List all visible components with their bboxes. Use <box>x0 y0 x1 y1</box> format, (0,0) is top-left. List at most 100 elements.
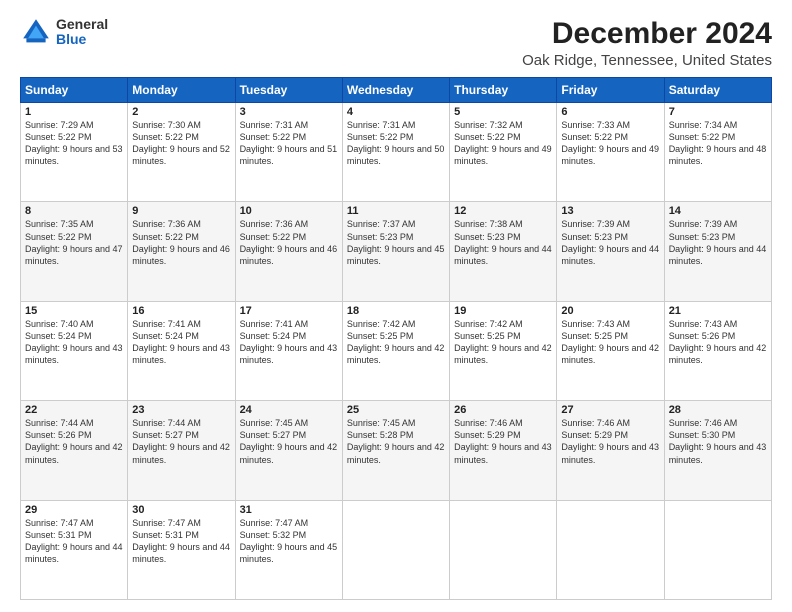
day-cell: 23 Sunrise: 7:44 AM Sunset: 5:27 PM Dayl… <box>128 401 235 500</box>
day-info: Sunrise: 7:46 AM Sunset: 5:30 PM Dayligh… <box>669 417 767 466</box>
day-header-wednesday: Wednesday <box>342 78 449 103</box>
day-number: 29 <box>25 504 123 516</box>
day-cell: 27 Sunrise: 7:46 AM Sunset: 5:29 PM Dayl… <box>557 401 664 500</box>
day-info: Sunrise: 7:29 AM Sunset: 5:22 PM Dayligh… <box>25 119 123 168</box>
logo-blue: Blue <box>56 32 108 47</box>
calendar-table: SundayMondayTuesdayWednesdayThursdayFrid… <box>20 77 772 600</box>
day-number: 18 <box>347 305 445 317</box>
day-info: Sunrise: 7:36 AM Sunset: 5:22 PM Dayligh… <box>240 218 338 267</box>
day-cell: 6 Sunrise: 7:33 AM Sunset: 5:22 PM Dayli… <box>557 103 664 202</box>
page: General Blue December 2024 Oak Ridge, Te… <box>0 0 792 612</box>
day-number: 24 <box>240 404 338 416</box>
title-block: December 2024 Oak Ridge, Tennessee, Unit… <box>522 16 772 69</box>
subtitle: Oak Ridge, Tennessee, United States <box>522 52 772 69</box>
day-number: 20 <box>561 305 659 317</box>
day-info: Sunrise: 7:36 AM Sunset: 5:22 PM Dayligh… <box>132 218 230 267</box>
day-number: 9 <box>132 205 230 217</box>
day-number: 16 <box>132 305 230 317</box>
day-cell: 7 Sunrise: 7:34 AM Sunset: 5:22 PM Dayli… <box>664 103 771 202</box>
day-cell: 18 Sunrise: 7:42 AM Sunset: 5:25 PM Dayl… <box>342 301 449 400</box>
day-info: Sunrise: 7:31 AM Sunset: 5:22 PM Dayligh… <box>347 119 445 168</box>
day-number: 22 <box>25 404 123 416</box>
day-number: 21 <box>669 305 767 317</box>
day-cell: 28 Sunrise: 7:46 AM Sunset: 5:30 PM Dayl… <box>664 401 771 500</box>
day-header-saturday: Saturday <box>664 78 771 103</box>
day-number: 25 <box>347 404 445 416</box>
week-row-5: 29 Sunrise: 7:47 AM Sunset: 5:31 PM Dayl… <box>21 500 772 599</box>
day-info: Sunrise: 7:32 AM Sunset: 5:22 PM Dayligh… <box>454 119 552 168</box>
logo-general: General <box>56 17 108 32</box>
day-number: 31 <box>240 504 338 516</box>
day-cell: 26 Sunrise: 7:46 AM Sunset: 5:29 PM Dayl… <box>450 401 557 500</box>
day-number: 13 <box>561 205 659 217</box>
day-info: Sunrise: 7:46 AM Sunset: 5:29 PM Dayligh… <box>561 417 659 466</box>
day-cell <box>664 500 771 599</box>
day-info: Sunrise: 7:43 AM Sunset: 5:25 PM Dayligh… <box>561 318 659 367</box>
header: General Blue December 2024 Oak Ridge, Te… <box>20 16 772 69</box>
day-number: 19 <box>454 305 552 317</box>
day-info: Sunrise: 7:45 AM Sunset: 5:27 PM Dayligh… <box>240 417 338 466</box>
week-row-4: 22 Sunrise: 7:44 AM Sunset: 5:26 PM Dayl… <box>21 401 772 500</box>
day-cell: 3 Sunrise: 7:31 AM Sunset: 5:22 PM Dayli… <box>235 103 342 202</box>
day-info: Sunrise: 7:41 AM Sunset: 5:24 PM Dayligh… <box>132 318 230 367</box>
day-cell: 5 Sunrise: 7:32 AM Sunset: 5:22 PM Dayli… <box>450 103 557 202</box>
week-row-2: 8 Sunrise: 7:35 AM Sunset: 5:22 PM Dayli… <box>21 202 772 301</box>
day-info: Sunrise: 7:39 AM Sunset: 5:23 PM Dayligh… <box>561 218 659 267</box>
day-cell: 25 Sunrise: 7:45 AM Sunset: 5:28 PM Dayl… <box>342 401 449 500</box>
day-cell: 15 Sunrise: 7:40 AM Sunset: 5:24 PM Dayl… <box>21 301 128 400</box>
day-cell: 10 Sunrise: 7:36 AM Sunset: 5:22 PM Dayl… <box>235 202 342 301</box>
day-number: 17 <box>240 305 338 317</box>
day-info: Sunrise: 7:43 AM Sunset: 5:26 PM Dayligh… <box>669 318 767 367</box>
day-number: 14 <box>669 205 767 217</box>
day-cell: 11 Sunrise: 7:37 AM Sunset: 5:23 PM Dayl… <box>342 202 449 301</box>
day-header-tuesday: Tuesday <box>235 78 342 103</box>
day-info: Sunrise: 7:44 AM Sunset: 5:26 PM Dayligh… <box>25 417 123 466</box>
day-number: 11 <box>347 205 445 217</box>
day-info: Sunrise: 7:46 AM Sunset: 5:29 PM Dayligh… <box>454 417 552 466</box>
day-cell <box>450 500 557 599</box>
day-number: 30 <box>132 504 230 516</box>
day-cell: 19 Sunrise: 7:42 AM Sunset: 5:25 PM Dayl… <box>450 301 557 400</box>
week-row-1: 1 Sunrise: 7:29 AM Sunset: 5:22 PM Dayli… <box>21 103 772 202</box>
day-info: Sunrise: 7:34 AM Sunset: 5:22 PM Dayligh… <box>669 119 767 168</box>
day-cell <box>342 500 449 599</box>
day-number: 23 <box>132 404 230 416</box>
day-info: Sunrise: 7:45 AM Sunset: 5:28 PM Dayligh… <box>347 417 445 466</box>
day-header-friday: Friday <box>557 78 664 103</box>
day-info: Sunrise: 7:42 AM Sunset: 5:25 PM Dayligh… <box>454 318 552 367</box>
day-number: 1 <box>25 106 123 118</box>
day-number: 4 <box>347 106 445 118</box>
day-number: 5 <box>454 106 552 118</box>
day-header-sunday: Sunday <box>21 78 128 103</box>
day-info: Sunrise: 7:47 AM Sunset: 5:31 PM Dayligh… <box>132 517 230 566</box>
day-cell: 21 Sunrise: 7:43 AM Sunset: 5:26 PM Dayl… <box>664 301 771 400</box>
day-info: Sunrise: 7:47 AM Sunset: 5:31 PM Dayligh… <box>25 517 123 566</box>
day-cell: 30 Sunrise: 7:47 AM Sunset: 5:31 PM Dayl… <box>128 500 235 599</box>
day-info: Sunrise: 7:37 AM Sunset: 5:23 PM Dayligh… <box>347 218 445 267</box>
day-number: 7 <box>669 106 767 118</box>
day-number: 27 <box>561 404 659 416</box>
day-cell: 4 Sunrise: 7:31 AM Sunset: 5:22 PM Dayli… <box>342 103 449 202</box>
day-info: Sunrise: 7:40 AM Sunset: 5:24 PM Dayligh… <box>25 318 123 367</box>
day-cell: 20 Sunrise: 7:43 AM Sunset: 5:25 PM Dayl… <box>557 301 664 400</box>
header-row: SundayMondayTuesdayWednesdayThursdayFrid… <box>21 78 772 103</box>
day-cell: 16 Sunrise: 7:41 AM Sunset: 5:24 PM Dayl… <box>128 301 235 400</box>
day-number: 12 <box>454 205 552 217</box>
day-cell: 29 Sunrise: 7:47 AM Sunset: 5:31 PM Dayl… <box>21 500 128 599</box>
day-cell: 8 Sunrise: 7:35 AM Sunset: 5:22 PM Dayli… <box>21 202 128 301</box>
day-number: 2 <box>132 106 230 118</box>
day-info: Sunrise: 7:30 AM Sunset: 5:22 PM Dayligh… <box>132 119 230 168</box>
day-info: Sunrise: 7:31 AM Sunset: 5:22 PM Dayligh… <box>240 119 338 168</box>
day-cell: 2 Sunrise: 7:30 AM Sunset: 5:22 PM Dayli… <box>128 103 235 202</box>
day-cell <box>557 500 664 599</box>
day-cell: 13 Sunrise: 7:39 AM Sunset: 5:23 PM Dayl… <box>557 202 664 301</box>
day-info: Sunrise: 7:42 AM Sunset: 5:25 PM Dayligh… <box>347 318 445 367</box>
day-number: 6 <box>561 106 659 118</box>
day-cell: 14 Sunrise: 7:39 AM Sunset: 5:23 PM Dayl… <box>664 202 771 301</box>
day-number: 8 <box>25 205 123 217</box>
day-number: 26 <box>454 404 552 416</box>
day-cell: 12 Sunrise: 7:38 AM Sunset: 5:23 PM Dayl… <box>450 202 557 301</box>
day-number: 28 <box>669 404 767 416</box>
day-cell: 22 Sunrise: 7:44 AM Sunset: 5:26 PM Dayl… <box>21 401 128 500</box>
day-info: Sunrise: 7:44 AM Sunset: 5:27 PM Dayligh… <box>132 417 230 466</box>
